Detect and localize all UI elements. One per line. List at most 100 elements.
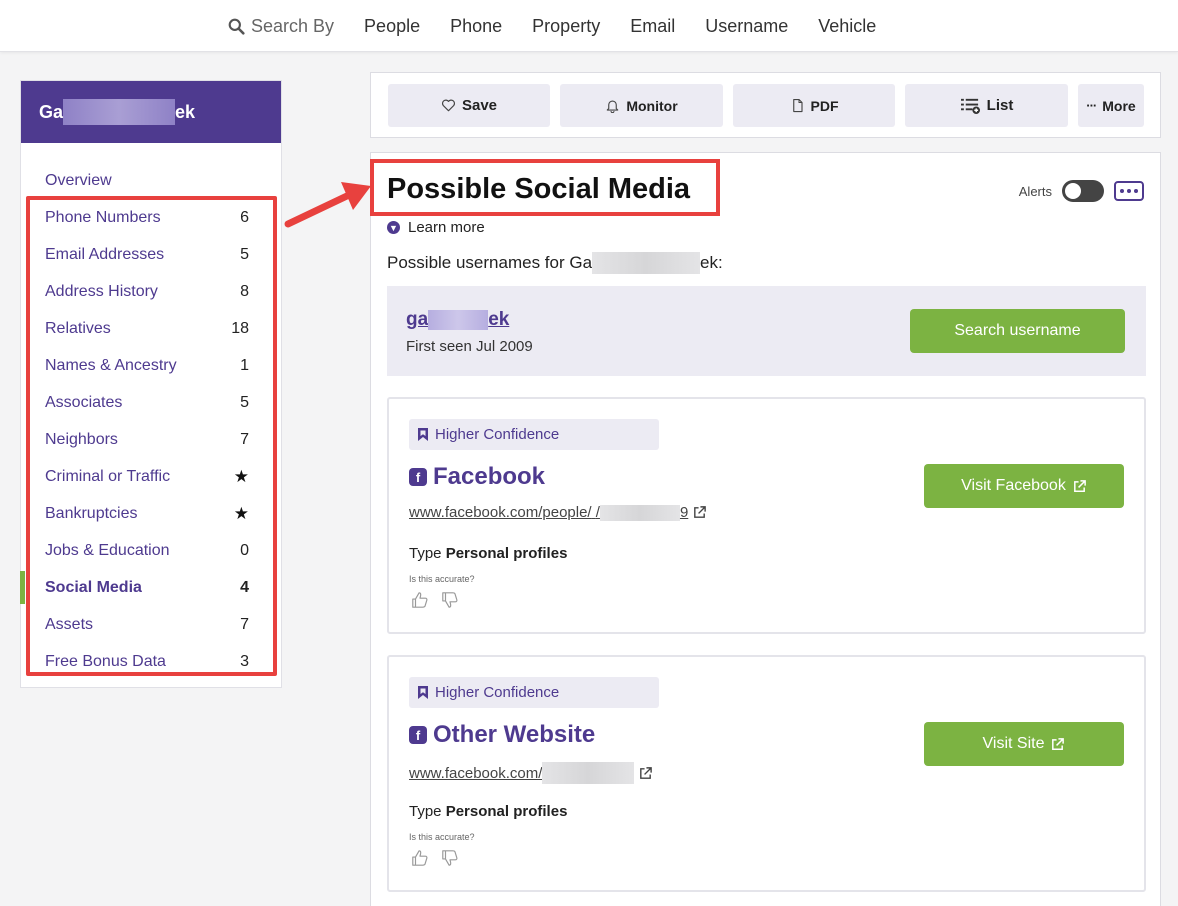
sidebar-item-label: Overview — [45, 171, 112, 189]
sidebar-item-bankruptcies[interactable]: Bankruptcies ★ — [21, 495, 281, 532]
username-link[interactable]: ga ek — [406, 309, 509, 331]
redacted-name-blur — [592, 252, 701, 274]
confidence-label: Higher Confidence — [435, 426, 560, 443]
site-name: f Facebook — [409, 463, 545, 491]
dot — [1134, 189, 1138, 193]
redacted-name-blur — [63, 99, 176, 125]
more-label: More — [1102, 97, 1136, 114]
search-username-button[interactable]: Search username — [910, 309, 1125, 353]
username-start: ga — [406, 309, 429, 330]
accuracy-question: Is this accurate? — [409, 832, 475, 842]
profile-url-link[interactable]: www.facebook.com/ — [409, 762, 635, 784]
sidebar-item-label: Address History — [45, 282, 158, 300]
monitor-button[interactable]: Monitor — [560, 84, 723, 127]
sidebar-item-jobs-education[interactable]: Jobs & Education 0 — [21, 532, 281, 569]
username-end: ek — [488, 309, 510, 330]
star-icon: ★ — [233, 466, 249, 486]
alerts-control: Alerts — [1019, 180, 1144, 202]
sidebar-item-label: Bankruptcies — [45, 504, 138, 522]
pdf-file-icon — [792, 98, 803, 113]
person-name-end: ek — [175, 101, 196, 122]
bookmark-icon — [418, 428, 428, 441]
dot — [1127, 189, 1131, 193]
sidebar-item-names-ancestry[interactable]: Names & Ancestry 1 — [21, 347, 281, 384]
sidebar-section-list: Overview Phone Numbers 6 Email Addresses 5… — [20, 143, 281, 680]
visit-facebook-button[interactable]: Visit Facebook — [924, 464, 1124, 508]
learn-more-label: Learn more — [408, 219, 485, 236]
section-title: Possible Social Media — [387, 173, 690, 205]
profile-url-link[interactable]: www.facebook.com/people/ /9 — [409, 504, 688, 521]
list-label: List — [986, 97, 1014, 114]
sidebar-item-neighbors[interactable]: Neighbors 7 — [21, 421, 281, 458]
sidebar-item-count: 7 — [240, 430, 249, 448]
thumbs-up-icon[interactable] — [411, 591, 429, 609]
report-toolbar: Save Monitor PDF List ··· More — [370, 72, 1161, 138]
person-name-header: Ga ek — [21, 81, 281, 143]
sidebar-item-label: Assets — [45, 615, 94, 633]
alerts-toggle[interactable] — [1062, 180, 1104, 202]
toggle-knob — [1065, 183, 1081, 199]
type-value: Personal profiles — [445, 803, 568, 820]
visit-site-button[interactable]: Visit Site — [924, 722, 1124, 766]
sidebar-item-criminal-traffic[interactable]: Criminal or Traffic ★ — [21, 458, 281, 495]
sidebar-item-social-media[interactable]: Social Media 4 — [20, 569, 281, 606]
section-options-button[interactable] — [1114, 181, 1144, 201]
sidebar-item-overview[interactable]: Overview — [21, 162, 281, 199]
profile-url: www.facebook.com/ — [409, 762, 653, 784]
url-start: www.facebook.com/ — [409, 764, 543, 782]
visit-button-label: Visit Facebook — [961, 477, 1066, 494]
nav-vehicle[interactable]: Vehicle — [818, 16, 876, 37]
sidebar-item-count: 1 — [240, 356, 249, 374]
top-nav-links: Search By People Phone Property Email Us… — [228, 0, 876, 52]
chevron-down-icon: ▼ — [387, 221, 400, 234]
sidebar-item-phone-numbers[interactable]: Phone Numbers 6 — [21, 199, 281, 236]
sidebar-item-relatives[interactable]: Relatives 18 — [21, 310, 281, 347]
search-by-text: Search By — [251, 15, 335, 36]
pdf-button[interactable]: PDF — [733, 84, 895, 127]
alerts-label: Alerts — [1018, 183, 1052, 199]
more-button[interactable]: ··· More — [1078, 84, 1144, 127]
sidebar-item-free-bonus-data[interactable]: Free Bonus Data 3 — [21, 643, 281, 680]
facebook-icon: f — [409, 726, 427, 744]
add-to-list-icon — [960, 98, 980, 115]
sidebar-item-label: Email Addresses — [45, 245, 165, 263]
sidebar-item-email-addresses[interactable]: Email Addresses 5 — [21, 236, 281, 273]
type-label: Type — [409, 803, 442, 820]
confidence-badge: Higher Confidence — [409, 419, 659, 450]
nav-phone[interactable]: Phone — [450, 16, 502, 37]
list-button[interactable]: List — [905, 84, 1068, 127]
sidebar-item-assets[interactable]: Assets 7 — [21, 606, 281, 643]
person-name-start: Ga — [39, 101, 64, 122]
external-link-icon — [1052, 737, 1065, 750]
nav-email[interactable]: Email — [630, 16, 675, 37]
sidebar-item-associates[interactable]: Associates 5 — [21, 384, 281, 421]
nav-username[interactable]: Username — [705, 16, 788, 37]
nav-people[interactable]: People — [364, 16, 420, 37]
dot — [1120, 189, 1124, 193]
sidebar-item-label: Relatives — [45, 319, 111, 337]
sidebar-item-address-history[interactable]: Address History 8 — [21, 273, 281, 310]
search-by-label: Search By — [228, 16, 334, 37]
thumbs-up-icon[interactable] — [411, 849, 429, 867]
sidebar-item-count: 6 — [240, 208, 249, 226]
sidebar-item-label: Social Media — [45, 578, 142, 596]
accuracy-question: Is this accurate? — [409, 574, 475, 584]
username-result: ga ek First seen Jul 2009 Search username — [387, 286, 1146, 376]
confidence-label: Higher Confidence — [435, 684, 560, 701]
sidebar-item-count: 0 — [240, 541, 249, 559]
confidence-badge: Higher Confidence — [409, 677, 659, 708]
learn-more-toggle[interactable]: ▼ Learn more — [387, 219, 485, 236]
sidebar-item-label: Associates — [45, 393, 123, 411]
sidebar-item-label: Free Bonus Data — [45, 652, 166, 670]
redacted-username-blur — [428, 310, 489, 330]
url-start: www.facebook.com/people/ — [409, 504, 592, 521]
save-button[interactable]: Save — [388, 84, 550, 127]
sidebar-item-label: Phone Numbers — [45, 208, 161, 226]
monitor-label: Monitor — [626, 97, 678, 114]
nav-property[interactable]: Property — [532, 16, 600, 37]
heart-icon — [441, 99, 455, 112]
sidebar-item-count: 4 — [240, 578, 249, 596]
bookmark-icon — [418, 686, 428, 699]
thumbs-down-icon[interactable] — [441, 591, 459, 609]
thumbs-down-icon[interactable] — [441, 849, 459, 867]
